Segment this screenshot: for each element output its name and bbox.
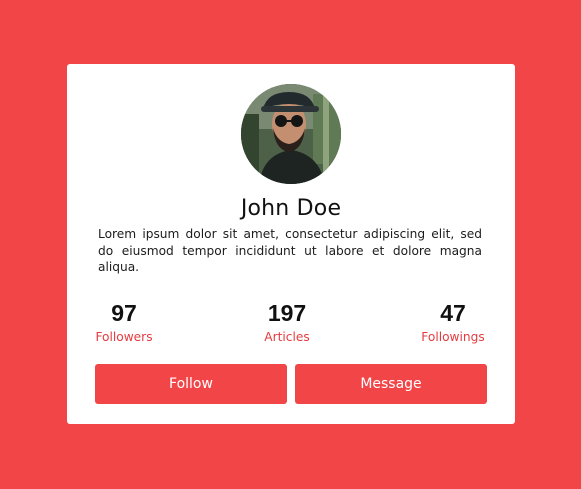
message-button[interactable]: Message xyxy=(295,364,487,404)
stat-label: Followings xyxy=(421,330,485,344)
profile-photo-icon xyxy=(241,84,341,184)
stat-value: 197 xyxy=(267,300,307,326)
profile-card: John Doe Lorem ipsum dolor sit amet, con… xyxy=(67,64,515,424)
stat-value: 97 xyxy=(111,300,137,326)
stat-label: Articles xyxy=(264,330,310,344)
stat-value: 47 xyxy=(440,300,466,326)
profile-name: John Doe xyxy=(240,196,342,221)
stat-label: Followers xyxy=(95,330,153,344)
stat-articles: 197 Articles xyxy=(227,300,347,344)
follow-button[interactable]: Follow xyxy=(95,364,287,404)
profile-bio: Lorem ipsum dolor sit amet, consectetur … xyxy=(98,227,482,274)
stat-followers: 97 Followers xyxy=(64,300,184,344)
stat-followings: 47 Followings xyxy=(393,300,513,344)
avatar xyxy=(241,84,341,184)
